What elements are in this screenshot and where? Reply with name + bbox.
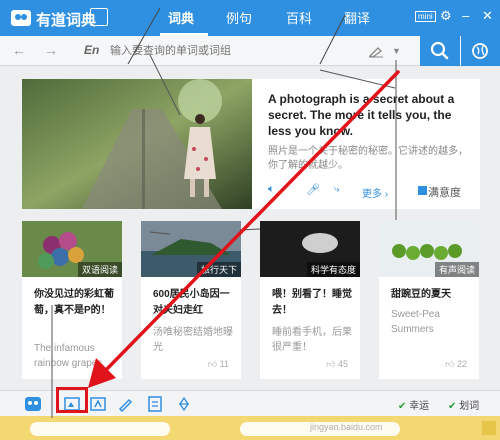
pencil-icon[interactable] [117,395,135,413]
satisfaction-checkbox[interactable] [418,186,427,195]
card-title: 喂！别看了！睡觉去！ [272,289,352,316]
hero-photo [22,79,252,209]
lucky-toggle[interactable]: ✔ 幸运 [398,397,429,412]
card-image: 旅行天下 [141,221,241,277]
ad-strip[interactable]: jingyan.baidu.com [0,416,500,440]
search-input[interactable] [110,40,410,62]
word-capture-toggle[interactable]: ✔ 划词 [448,397,479,412]
speaker-icon[interactable]: 🔈︎ [268,183,275,196]
sync-icon[interactable] [175,395,193,413]
like-count: 👍︎ 22 [445,359,467,369]
search-button[interactable] [420,36,460,66]
card-image: 双语阅读 [22,221,122,277]
tab-translate[interactable]: 翻译 [344,8,370,27]
check-icon: ✔ [448,401,457,412]
check-icon: ✔ [398,401,407,412]
dictionary-home-icon[interactable] [24,395,42,413]
title-bar: 有道词典 词典 例句 百科 翻译 mini ⚙ – ✕ [0,0,500,36]
card-subtitle: 汤唯秘密结婚地曝光 [153,327,233,353]
watermark-text: jingyan.baidu.com [310,422,383,432]
satisfaction-label: 满意度 [428,187,461,199]
article-card[interactable]: 旅行天下 600居民小岛因一对夫妇走红 汤唯秘密结婚地曝光 👍︎ 11 [141,221,241,379]
card-image: 科学有态度 [260,221,360,277]
hero-actions: 🔈︎ 🎤︎ ⤷ 更多 › 满意度 [268,182,480,202]
youdao-logo-icon [11,10,31,26]
card-title: 甜豌豆的夏天 [391,289,451,300]
microphone-icon[interactable]: 🎤︎ [306,183,320,196]
share-icon[interactable]: ⤷ [334,184,340,195]
back-arrow-icon[interactable]: ← [12,42,26,58]
search-icon [430,41,449,60]
like-count: 👍︎ 11 [207,359,229,369]
chinese-translation: 照片是一个关于秘密的秘密。它讲述的越多，你了解的就越少。 [268,146,468,171]
card-image: 有声阅读 [379,221,479,277]
dropdown-chevron-icon[interactable]: ▼ [392,46,401,56]
more-link[interactable]: 更多 › [362,185,388,200]
close-button[interactable]: ✕ [482,8,493,24]
tab-examples[interactable]: 例句 [226,8,252,27]
app-title: 有道词典 [36,12,97,29]
card-subtitle: The infamous rainbow grapes [34,343,103,369]
daily-sentence-card[interactable]: A photograph is a secret about a secret.… [22,79,480,209]
settings-gear-icon[interactable]: ⚙ [440,8,452,24]
mini-mode-button[interactable]: mini [415,11,436,22]
text-recognition-icon[interactable] [89,395,107,413]
language-selector[interactable]: En [84,43,99,57]
article-card[interactable]: 科学有态度 喂！别看了！睡觉去！ 睡前看手机，后果很严重！ 👍︎ 45 [260,221,360,379]
wordbook-icon[interactable] [146,395,164,413]
minimize-button[interactable]: – [462,8,469,23]
like-count: 👍︎ 45 [326,359,348,369]
english-quote: A photograph is a secret about a secret.… [268,92,455,138]
ad-close-button[interactable] [482,421,496,435]
card-title: 600居民小岛因一对夫妇走红 [153,289,230,316]
tab-dictionary[interactable]: 词典 [168,8,194,27]
card-tag: 双语阅读 [77,262,122,277]
card-subtitle: Sweet-Pea Summers [391,309,440,335]
highlight-box [56,387,88,413]
card-title: 你没见过的彩虹葡萄，真不是P的！ [34,289,114,316]
globe-icon [472,43,488,59]
card-tag: 旅行天下 [196,262,241,277]
forward-arrow-icon[interactable]: → [44,42,58,58]
handwriting-pen-icon[interactable] [368,44,384,58]
card-subtitle: 睡前看手机，后果很严重！ [272,327,352,353]
user-icon[interactable] [90,8,108,26]
content-area: A photograph is a secret about a secret.… [0,67,500,390]
search-row: ← → En ▼ [0,36,500,66]
tab-encyclopedia[interactable]: 百科 [286,8,312,27]
card-tag: 有声阅读 [434,262,479,277]
translate-globe-button[interactable] [461,36,500,66]
card-tag: 科学有态度 [306,262,360,277]
article-card[interactable]: 双语阅读 你没见过的彩虹葡萄，真不是P的！ The infamous rainb… [22,221,122,379]
article-card[interactable]: 有声阅读 甜豌豆的夏天 Sweet-Pea Summers 👍︎ 22 [379,221,479,379]
